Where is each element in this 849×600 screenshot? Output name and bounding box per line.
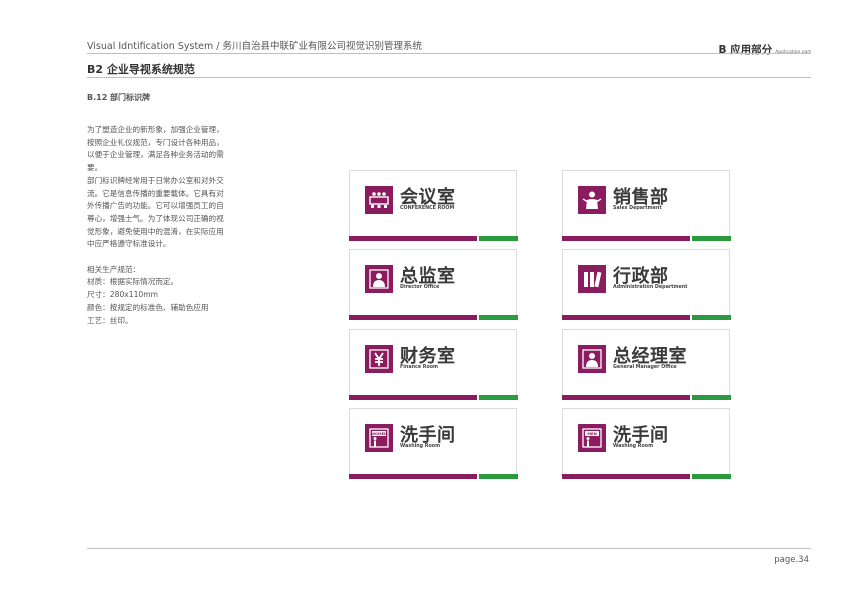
spec-line: 工艺：丝印。 bbox=[87, 315, 133, 325]
sign-english-name: General Manager Office bbox=[613, 365, 677, 370]
spec-line: 材质：根据实际情况而定。 bbox=[87, 277, 179, 287]
description-text: 为了塑造企业的新形象，加强企业管理， 按照企业礼仪规范，专门设计各种用品， 以便… bbox=[87, 124, 247, 327]
spec-line: 相关生产规范： bbox=[87, 264, 141, 274]
section-divider bbox=[87, 77, 811, 78]
yen-icon bbox=[365, 345, 393, 373]
sign-finance-room: 财务室 Finance Room bbox=[349, 329, 518, 400]
sign-washing-room-men: MEN 洗手间 Washing Room bbox=[562, 408, 731, 479]
sign-general-manager-office: 总经理室 General Manager Office bbox=[562, 329, 731, 400]
green-stripe bbox=[479, 474, 518, 479]
sign-english-name: Finance Room bbox=[400, 365, 439, 370]
men-label: MEN bbox=[587, 431, 597, 436]
purple-stripe bbox=[349, 315, 477, 320]
description-line: 按照企业礼仪规范，专门设计各种用品， bbox=[87, 137, 224, 147]
sign-english-name: Washing Room bbox=[613, 444, 654, 449]
purple-stripe bbox=[349, 236, 477, 241]
page-number: page.34 bbox=[774, 555, 809, 565]
description-line: 要。 bbox=[87, 163, 103, 173]
sign-director-office: 总监室 Director Office bbox=[349, 249, 518, 320]
green-stripe bbox=[692, 395, 731, 400]
header-section-label: B 应用部分Application part bbox=[719, 38, 811, 57]
sign-conference-room: 会议室 CONFERENCE ROOM bbox=[349, 170, 518, 241]
spec-line: 颜色：按规定的标准色、辅助色应用 bbox=[87, 302, 209, 312]
green-stripe bbox=[692, 315, 731, 320]
description-line: 为了塑造企业的新形象，加强企业管理， bbox=[87, 125, 224, 134]
green-stripe bbox=[692, 474, 731, 479]
sign-english-name: Administration Department bbox=[613, 285, 688, 290]
purple-stripe bbox=[349, 474, 477, 479]
files-icon bbox=[578, 265, 606, 293]
section-title: B2 企业导视系统规范 bbox=[87, 63, 195, 76]
director-person-icon bbox=[365, 265, 393, 293]
header-title: Visual Idntification System / 务川自治县中联矿业有… bbox=[87, 41, 423, 52]
description-line: 以便于企业管理，满足各种业务活动的需 bbox=[87, 150, 224, 160]
sign-english-name: Washing Room bbox=[400, 444, 441, 449]
purple-stripe bbox=[562, 395, 690, 400]
sign-sales-department: 销售部 Sales Department bbox=[562, 170, 731, 241]
sign-administration-department: 行政部 Administration Department bbox=[562, 249, 731, 320]
conference-icon bbox=[365, 186, 393, 214]
sign-english-name: Sales Department bbox=[613, 206, 662, 211]
women-restroom-icon: WOMEN bbox=[365, 424, 393, 452]
spec-line: 尺寸：280x110mm bbox=[87, 290, 159, 300]
header-divider bbox=[87, 53, 811, 54]
women-label: WOMEN bbox=[371, 432, 387, 436]
description-line: 流。它是信息传播的重要载体。它具有对 bbox=[87, 188, 224, 198]
manager-person-icon bbox=[578, 345, 606, 373]
men-restroom-icon: MEN bbox=[578, 424, 606, 452]
header-section-title: B 应用部分 bbox=[718, 44, 773, 56]
description-line: 部门标识牌经常用于日常办公室和对外交 bbox=[87, 175, 224, 185]
purple-stripe bbox=[562, 474, 690, 479]
description-line: 外传播广告的功能。它可以增强员工的自 bbox=[87, 201, 224, 211]
description-line: 尊心，增强士气。为了体现公司正确的视 bbox=[87, 213, 224, 223]
purple-stripe bbox=[562, 236, 690, 241]
sales-person-icon bbox=[578, 186, 606, 214]
green-stripe bbox=[692, 236, 731, 241]
subsection-title: B.12 部门标识牌 bbox=[87, 93, 151, 102]
sign-english-name: Director Office bbox=[400, 285, 440, 290]
sign-washing-room-women: WOMEN 洗手间 Washing Room bbox=[349, 408, 518, 479]
purple-stripe bbox=[562, 315, 690, 320]
sign-english-name: CONFERENCE ROOM bbox=[400, 206, 455, 211]
green-stripe bbox=[479, 315, 518, 320]
footer-divider bbox=[87, 548, 811, 549]
description-line: 觉形象，避免使用中的混淆，在实际应用 bbox=[87, 226, 224, 236]
green-stripe bbox=[479, 395, 518, 400]
purple-stripe bbox=[349, 395, 477, 400]
description-line: 中应严格遵守标准设计。 bbox=[87, 239, 171, 249]
green-stripe bbox=[479, 236, 518, 241]
